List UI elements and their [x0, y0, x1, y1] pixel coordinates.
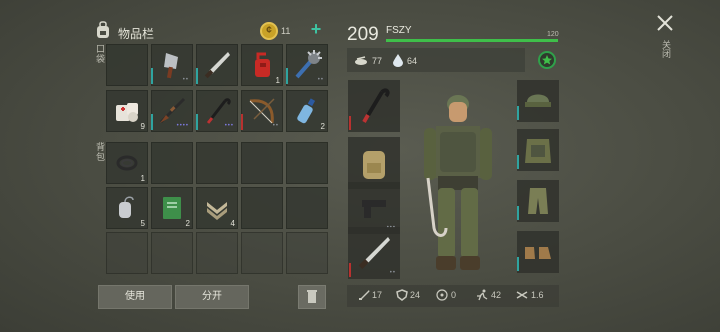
- machete-icon: [204, 52, 230, 79]
- weight-value: 1.6: [531, 290, 544, 300]
- water-bottle-icon: [297, 98, 316, 124]
- backpack-slot-locked[interactable]: [106, 232, 148, 274]
- backpack-slot-empty[interactable]: [151, 142, 193, 184]
- pocket-slot-shotgun[interactable]: ••••: [151, 90, 193, 132]
- backpack-slot-rank-badge[interactable]: 4: [196, 187, 238, 229]
- close-label[interactable]: 关闭: [660, 40, 673, 58]
- backpack-slot-empty[interactable]: [286, 142, 328, 184]
- coin-count: 11: [281, 26, 291, 36]
- backpack-slot-locked[interactable]: [286, 232, 328, 274]
- shield-icon: [396, 289, 408, 301]
- tactical-vest-icon: [525, 139, 551, 163]
- pocket-slot-crowbar[interactable]: •••: [196, 90, 238, 132]
- dog-tag-icon: [119, 196, 134, 218]
- radiation-icon: [436, 289, 448, 301]
- backpack-slot-locked[interactable]: [196, 232, 238, 274]
- equip-slot-vest[interactable]: [517, 129, 559, 171]
- character-level: 209: [347, 24, 379, 45]
- water-drop-icon: [393, 54, 403, 67]
- backpack-slot-notebook[interactable]: 2: [151, 187, 193, 229]
- rank-badge-icon: [207, 202, 227, 220]
- backpack-slot-empty[interactable]: [286, 187, 328, 229]
- split-button[interactable]: 分开: [175, 285, 249, 309]
- pocket-slot-spiked-mace[interactable]: ••: [286, 44, 328, 86]
- bandage-icon: [116, 103, 138, 122]
- boots-icon: [525, 247, 551, 259]
- equip-slot-boots[interactable]: [517, 231, 559, 273]
- military-cap-icon: [525, 94, 551, 107]
- pocket-slot-empty[interactable]: [106, 44, 148, 86]
- backpack-slot-empty[interactable]: [241, 187, 283, 229]
- machete-icon: [358, 237, 390, 269]
- achievement-button[interactable]: [538, 51, 556, 69]
- backpack-slot-rope[interactable]: 1: [106, 142, 148, 184]
- star-icon: [542, 55, 552, 65]
- pocket-slot-bow[interactable]: ••: [241, 90, 283, 132]
- gas-can-icon: [255, 52, 270, 77]
- knife-icon: [359, 290, 370, 300]
- backpack-icon: [97, 21, 109, 38]
- notebook-icon: [163, 197, 181, 219]
- radiation-value: 0: [451, 290, 457, 300]
- xp-max: 120: [547, 31, 559, 38]
- defense-value: 24: [410, 290, 421, 300]
- water-value: 64: [407, 56, 418, 66]
- backpack-slot-empty[interactable]: [196, 142, 238, 184]
- backpack-slot-locked[interactable]: [151, 232, 193, 274]
- attack-value: 17: [372, 290, 383, 300]
- pocket-slot-gas-can[interactable]: 1: [241, 44, 283, 86]
- backpack-slot-locked[interactable]: [241, 232, 283, 274]
- inventory-title: 物品栏: [118, 27, 155, 41]
- trash-button[interactable]: [298, 285, 326, 309]
- food-value: 77: [372, 56, 383, 66]
- use-button[interactable]: 使用: [98, 285, 172, 309]
- character-name: FSZY: [386, 25, 412, 36]
- rope-icon: [116, 155, 138, 171]
- close-icon[interactable]: [656, 14, 674, 32]
- pocket-slot-machete[interactable]: [196, 44, 238, 86]
- weight-icon: [516, 291, 528, 299]
- character-model: [424, 95, 492, 270]
- pocket-slot-bandage[interactable]: 9: [106, 90, 148, 132]
- coin-icon: ¢: [260, 22, 278, 40]
- backpack-slot-dog-tag[interactable]: 5: [106, 187, 148, 229]
- speed-value: 42: [491, 290, 502, 300]
- pocket-slot-water-bottle[interactable]: 2: [286, 90, 328, 132]
- camo-pants-icon: [528, 188, 548, 214]
- running-icon: [477, 289, 488, 301]
- food-icon: [355, 56, 367, 65]
- crowbar-icon: [362, 88, 390, 124]
- pistol-icon: [362, 200, 386, 218]
- equip-slot-cap[interactable]: [517, 80, 559, 122]
- backpack-icon: [363, 151, 385, 179]
- equip-slot-weapon-crowbar[interactable]: [348, 80, 400, 132]
- add-coins-button[interactable]: +: [308, 20, 324, 38]
- backpack-slot-empty[interactable]: [241, 142, 283, 184]
- xp-bar-fill: [386, 39, 558, 42]
- pocket-slot-cleaver[interactable]: ••: [151, 44, 193, 86]
- equip-slot-pants[interactable]: [517, 180, 559, 222]
- equip-slot-machete[interactable]: ••: [348, 227, 400, 279]
- trash-icon: [307, 290, 317, 303]
